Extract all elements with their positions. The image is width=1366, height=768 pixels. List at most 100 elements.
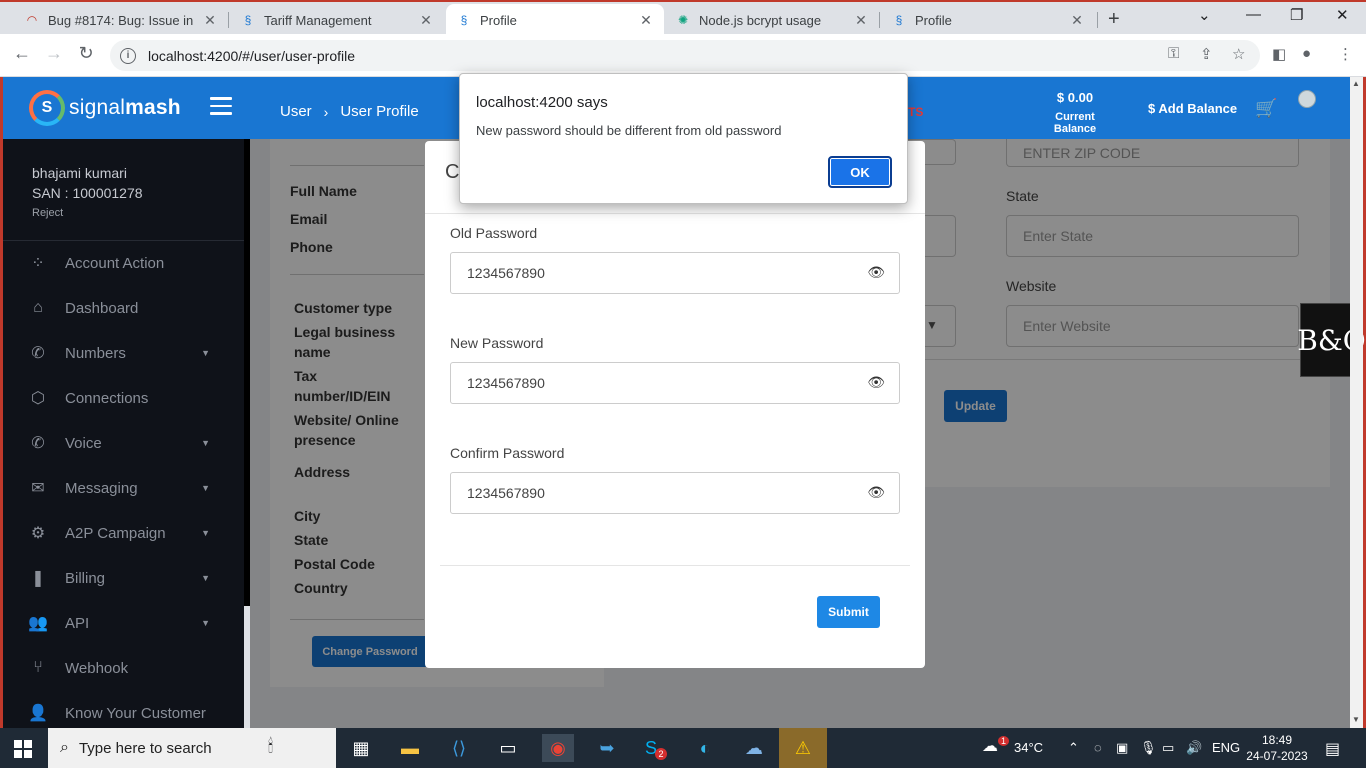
file-explorer-icon[interactable]: ▬ [394,734,426,762]
tab-separator [228,12,229,28]
tab-profile[interactable]: § Profile ✕ [881,4,1095,36]
browser-tab-bar: ◠ Bug #8174: Bug: Issue in cha ✕ § Tarif… [0,0,1366,36]
browser-alert-dialog: localhost:4200 says New password should … [459,73,908,204]
close-icon[interactable]: ✕ [202,12,218,29]
confirm-password-label: Confirm Password [450,445,565,461]
weather-badge: 1 [998,736,1010,746]
caret-down-icon: ▼ [201,348,210,358]
new-password-input[interactable]: 1234567890 👁 [450,362,900,404]
eye-slash-icon[interactable]: 👁 [867,264,885,281]
tab-title: Tariff Management [264,12,372,28]
sidebar-item-webhook[interactable]: ⑂ Webhook [3,648,244,688]
sidebar-divider [3,240,244,241]
tray-chevron-icon[interactable]: ⌃ [1068,740,1079,756]
sidebar-item-numbers[interactable]: ✆ Numbers ▼ [3,333,244,373]
tab-tariff[interactable]: § Tariff Management ✕ [230,4,444,36]
app-cloud-icon[interactable]: ☁ [738,734,770,762]
brand-name: signalmash [69,96,181,120]
confirm-password-value: 1234567890 [467,485,545,501]
warning-icon[interactable]: ⚠ [779,728,827,768]
windows-start-icon[interactable] [14,740,32,758]
close-icon[interactable]: ✕ [638,12,654,29]
windows-taskbar: ⌕ Type here to search 🕯 ▦ ▬ ⟨⟩ ▭ ◉ ➥ S2 … [0,728,1366,768]
app-arrow-icon[interactable]: ➥ [591,734,623,762]
sidebar-item-label: Billing [65,569,106,587]
brand-logo[interactable]: S signalmash [29,90,181,126]
close-icon[interactable]: ✕ [1069,12,1085,29]
meet-icon[interactable]: ▣ [1116,740,1128,756]
menu-icon[interactable]: ⋮ [1338,45,1353,63]
cart-icon[interactable]: 🛒 [1255,98,1277,119]
avatar[interactable] [1298,90,1316,108]
sidebar-item-messaging[interactable]: ✉ Messaging ▼ [3,468,244,508]
sidebar-item-label: Messaging [65,479,138,497]
new-tab-button[interactable]: + [1108,8,1120,31]
signalmash-icon: § [460,13,468,27]
back-icon[interactable]: ← [10,43,34,64]
tab-bug[interactable]: ◠ Bug #8174: Bug: Issue in cha ✕ [14,4,228,36]
new-password-label: New Password [450,335,544,351]
chrome-icon[interactable]: ◉ [542,734,574,762]
search-placeholder: Type here to search [78,739,212,757]
weather-icon[interactable]: ☁ 1 [982,736,1010,756]
confirm-password-input[interactable]: 1234567890 👁 [450,472,900,514]
sidebar-item-voice[interactable]: ✆ Voice ▼ [3,423,244,463]
hamburger-menu-icon[interactable] [210,97,232,120]
eye-slash-icon[interactable]: 👁 [867,484,885,501]
edge-icon[interactable]: ◐ [689,734,721,762]
skype-icon[interactable]: S2 [640,734,672,762]
sidebar-item-a2p-campaign[interactable]: ⚙ A2P Campaign ▼ [3,513,244,553]
notification-icon[interactable]: ▤ [1325,739,1340,759]
webhook-icon: ⑂ [33,659,43,676]
caret-down-icon: ▼ [201,438,210,448]
star-icon[interactable]: ☆ [1232,45,1245,63]
sidebar-item-label: Dashboard [65,299,139,317]
search-icon: ⌕ [60,739,69,756]
clock-date: 24-07-2023 [1246,749,1308,763]
share-icon[interactable]: ⇪ [1200,45,1213,63]
reload-icon[interactable]: ↻ [74,43,98,64]
close-icon[interactable]: ✕ [418,12,434,29]
side-panel-icon[interactable]: ◧ [1272,45,1286,63]
chevron-down-icon[interactable]: ⌄ [1198,6,1211,24]
minimize-icon[interactable]: — [1246,6,1261,23]
sidebar-item-api[interactable]: 👥 API ▼ [3,603,244,643]
taskbar-clock[interactable]: 18:49 24-07-2023 [1244,732,1310,764]
language-indicator[interactable]: ENG [1212,740,1240,755]
sidebar-item-dashboard[interactable]: ⌂ Dashboard [3,288,244,328]
tab-profile-active[interactable]: § Profile ✕ [446,4,664,36]
profile-icon[interactable]: ● [1302,45,1311,62]
close-icon[interactable]: ✕ [853,12,869,29]
mic-icon[interactable]: 🎙 [1140,740,1157,756]
battery-icon[interactable]: ▭ [1162,740,1174,756]
vscode-icon[interactable]: ⟨⟩ [443,734,475,762]
terminal-icon[interactable]: ▭ [492,734,524,762]
key-icon[interactable]: ⚿ [1168,45,1179,62]
sidebar-item-label: Webhook [65,659,129,677]
sidebar-item-account-action[interactable]: ⁘ Account Action [3,243,244,283]
taskbar-search[interactable]: ⌕ Type here to search 🕯 [48,728,336,768]
restore-icon[interactable]: ❐ [1290,6,1303,24]
sidebar-item-connections[interactable]: ⬡ Connections [3,378,244,418]
volume-icon[interactable]: 🔊 [1186,740,1202,756]
forward-icon[interactable]: → [42,43,66,64]
page-scrollbar[interactable]: ▲ ▼ [1350,77,1363,728]
eye-slash-icon[interactable]: 👁 [867,374,885,391]
network-icon[interactable]: ◌ [1094,740,1102,755]
site-info-icon[interactable]: i [120,47,136,64]
scroll-down-icon[interactable]: ▼ [1352,715,1360,724]
sidebar-item-kyc[interactable]: 👤 Know Your Customer [3,693,244,733]
breadcrumb-user[interactable]: User [280,103,312,120]
sidebar-item-billing[interactable]: ❚ Billing ▼ [3,558,244,598]
balance-label: Current Balance [1053,111,1097,135]
scroll-up-icon[interactable]: ▲ [1352,79,1360,88]
old-password-input[interactable]: 1234567890 👁 [450,252,900,294]
submit-button[interactable]: Submit [817,596,880,628]
close-window-icon[interactable]: ✕ [1336,6,1349,24]
url-bar[interactable]: i localhost:4200/#/user/user-profile [110,40,1260,71]
task-view-icon[interactable]: ▦ [345,734,377,762]
alert-ok-button[interactable]: OK [828,156,892,188]
add-balance-button[interactable]: $ Add Balance [1148,101,1237,116]
tab-separator [1097,12,1098,28]
tab-bcrypt[interactable]: ✺ Node.js bcrypt usage ✕ [665,4,879,36]
